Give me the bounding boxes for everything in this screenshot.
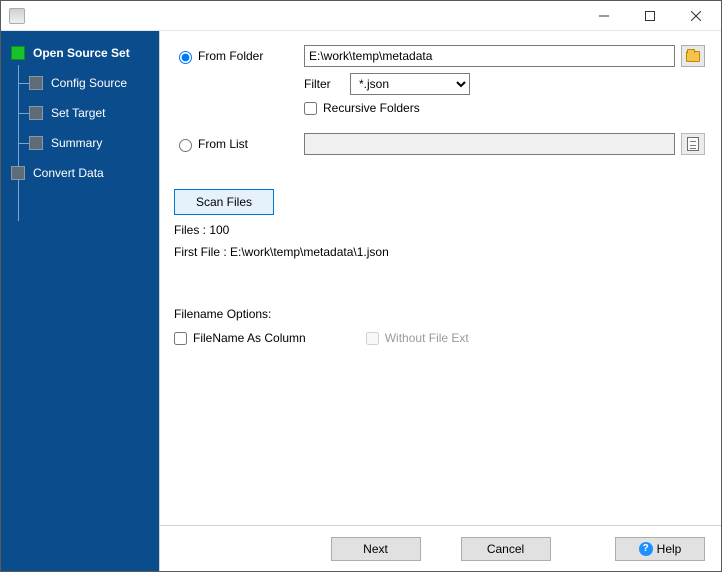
step-config-source[interactable]: Config Source (1, 71, 159, 95)
next-button[interactable]: Next (331, 537, 421, 561)
step-convert-data[interactable]: Convert Data (1, 161, 159, 185)
titlebar (1, 1, 721, 31)
folder-icon (686, 51, 700, 62)
from-list-radio-label[interactable]: From List (174, 136, 304, 152)
step-label: Set Target (51, 106, 105, 120)
step-set-target[interactable]: Set Target (1, 101, 159, 125)
help-text: Help (657, 542, 682, 556)
first-file-text: First File : E:\work\temp\metadata\1.jso… (174, 245, 705, 259)
filter-label: Filter (304, 77, 344, 91)
scan-files-button[interactable]: Scan Files (174, 189, 274, 215)
cancel-button[interactable]: Cancel (461, 537, 551, 561)
close-button[interactable] (673, 2, 719, 30)
step-label: Open Source Set (33, 46, 130, 60)
browse-list-button (681, 133, 705, 155)
from-folder-radio[interactable] (179, 51, 192, 64)
help-button[interactable]: ? Help (615, 537, 705, 561)
files-count-text: Files : 100 (174, 223, 705, 237)
recursive-checkbox[interactable] (304, 102, 317, 115)
filename-options-heading: Filename Options: (174, 307, 705, 321)
list-path-input (304, 133, 675, 155)
without-ext-text: Without File Ext (385, 331, 469, 345)
step-summary[interactable]: Summary (1, 131, 159, 155)
recursive-text: Recursive Folders (323, 101, 420, 115)
content-pane: From Folder Filter *.json (159, 31, 721, 571)
step-marker-icon (11, 166, 25, 180)
without-ext-label: Without File Ext (366, 331, 469, 345)
dialog-window: Open Source Set Config Source Set Target… (0, 0, 722, 572)
list-icon (687, 137, 699, 151)
from-folder-radio-label[interactable]: From Folder (174, 48, 304, 64)
step-marker-icon (29, 76, 43, 90)
filter-combo[interactable]: *.json (350, 73, 470, 95)
step-label: Summary (51, 136, 102, 150)
step-marker-icon (29, 106, 43, 120)
from-list-text: From List (198, 137, 248, 151)
browse-folder-button[interactable] (681, 45, 705, 67)
minimize-button[interactable] (581, 2, 627, 30)
maximize-button[interactable] (627, 2, 673, 30)
step-marker-icon (29, 136, 43, 150)
recursive-checkbox-label[interactable]: Recursive Folders (304, 101, 420, 115)
step-label: Config Source (51, 76, 127, 90)
step-label: Convert Data (33, 166, 104, 180)
filename-as-column-checkbox[interactable] (174, 332, 187, 345)
from-list-radio[interactable] (179, 139, 192, 152)
step-open-source-set[interactable]: Open Source Set (1, 41, 159, 65)
without-ext-checkbox (366, 332, 379, 345)
filename-as-column-text: FileName As Column (193, 331, 306, 345)
wizard-sidebar: Open Source Set Config Source Set Target… (1, 31, 159, 571)
app-icon (9, 8, 25, 24)
step-marker-icon (11, 46, 25, 60)
folder-path-input[interactable] (304, 45, 675, 67)
from-folder-text: From Folder (198, 49, 263, 63)
help-icon: ? (639, 542, 653, 556)
filename-as-column-label[interactable]: FileName As Column (174, 331, 306, 345)
dialog-footer: Next Cancel ? Help (160, 525, 721, 571)
